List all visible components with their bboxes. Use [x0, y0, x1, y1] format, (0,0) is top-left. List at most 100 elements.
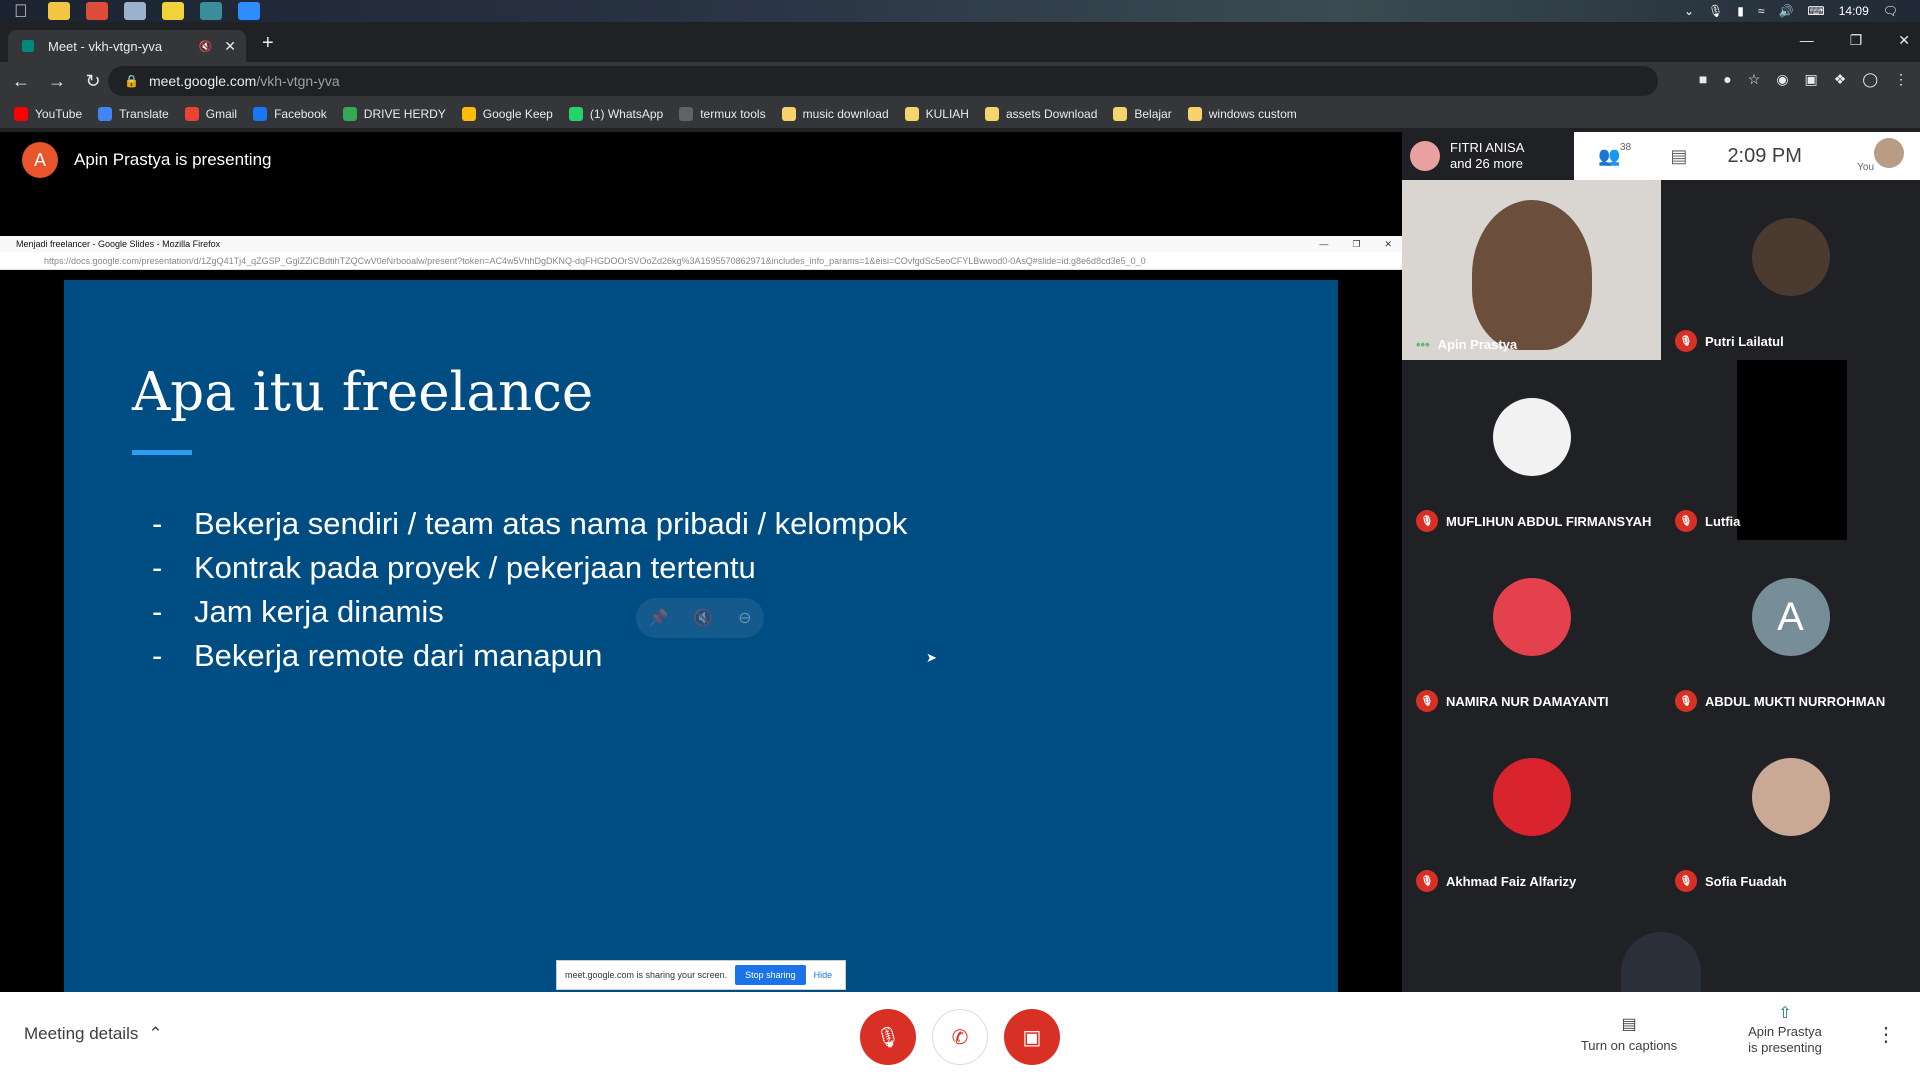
captions-button[interactable]: ▤ Turn on captions — [1574, 1014, 1684, 1053]
wifi-icon[interactable]: ≈ — [1758, 4, 1765, 18]
bookmark-item[interactable]: Google Keep — [461, 107, 553, 121]
bookmark-label: YouTube — [35, 107, 83, 121]
mic-off-icon: 🎙 — [1675, 510, 1697, 532]
chevron-up-icon[interactable]: ⌄ — [1684, 4, 1694, 18]
chrome-icon[interactable] — [86, 2, 108, 20]
browser-tab[interactable]: Meet - vkh-vtgn-yva 🔇 ✕ — [8, 30, 246, 62]
close-tab-icon[interactable]: ✕ — [224, 38, 236, 55]
pin-icon[interactable]: 📌 — [648, 608, 668, 628]
participant-tile[interactable] — [1484, 900, 1838, 992]
star-icon[interactable]: ☆ — [1748, 71, 1761, 88]
present-button[interactable]: ⇧ Apin Prastya is presenting — [1730, 1006, 1840, 1056]
participant-tile[interactable]: 🎙 NAMIRA NUR DAMAYANTI — [1402, 540, 1661, 720]
extension-icon[interactable]: ▣ — [1805, 71, 1818, 88]
close-window-icon[interactable]: ✕ — [1898, 32, 1910, 49]
keyboard-icon[interactable]: ⌨ — [1807, 4, 1824, 18]
presentation-area: A Apin Prastya is presenting Menjadi fre… — [0, 132, 1402, 992]
mic-blocked-icon[interactable]: ● — [1723, 71, 1731, 88]
bookmark-item[interactable]: Gmail — [184, 107, 237, 121]
app-icon[interactable] — [200, 2, 222, 20]
participant-tile[interactable]: A 🎙 ABDUL MUKTI NURROHMAN — [1661, 540, 1920, 720]
meet-stage: A Apin Prastya is presenting Menjadi fre… — [0, 132, 1920, 992]
extensions-area: ■ ● ☆ ◉ ▣ ❖ ◯ ⋮ — [1699, 71, 1908, 88]
mute-tab-icon[interactable]: 🔇 — [199, 40, 213, 53]
bookmark-icon — [1113, 107, 1128, 121]
participant-tile[interactable]: 🎙 Lutfia — [1661, 360, 1920, 540]
bookmark-item[interactable]: DRIVE HERDY — [342, 107, 446, 121]
globe-icon[interactable]: ◉ — [1776, 71, 1788, 88]
leave-call-button[interactable]: ✆ — [932, 1009, 988, 1065]
participant-tile[interactable]: 🎙 Sofia Fuadah — [1661, 720, 1920, 900]
avatar — [1751, 758, 1830, 836]
lock-icon[interactable]: 🔒 — [124, 74, 139, 88]
bookmark-label: windows custom — [1208, 107, 1297, 121]
file-explorer-icon[interactable] — [48, 2, 70, 20]
camera-blocked-icon[interactable]: ■ — [1699, 71, 1707, 88]
bookmark-item[interactable]: KULIAH — [904, 107, 969, 121]
participant-tile[interactable]: 🎙 Akhmad Faiz Alfarizy — [1402, 720, 1661, 900]
address-bar[interactable]: 🔒 meet.google.com/vkh-vtgn-yva — [108, 66, 1658, 96]
participant-summary[interactable]: FITRI ANISA and 26 more — [1402, 132, 1574, 180]
participant-tile[interactable]: 🎙 Putri Lailatul — [1661, 180, 1920, 360]
meeting-details-button[interactable]: Meeting details ⌃ — [24, 1024, 163, 1044]
chat-icon[interactable]: ▤ — [1670, 146, 1687, 167]
browser-toolbar: ← → ↻ 🔒 meet.google.com/vkh-vtgn-yva ■ ●… — [0, 62, 1920, 100]
restore-icon[interactable]: ❐ — [1850, 32, 1863, 49]
presenting-label: A Apin Prastya is presenting — [22, 142, 272, 178]
participant-tile[interactable]: ••• Apin Prastya — [1402, 180, 1661, 360]
microphone-toggle-button[interactable]: 🎙 — [860, 1009, 916, 1065]
bookmark-item[interactable]: Facebook — [253, 107, 327, 121]
panel-header: FITRI ANISA and 26 more 👥 38 ▤ 2:09 PM You — [1402, 132, 1920, 180]
present-screen-icon: ⇧ — [1778, 1005, 1792, 1022]
forward-icon[interactable]: → — [42, 71, 72, 92]
avatar — [1492, 578, 1571, 656]
meet-favicon-icon — [22, 40, 34, 52]
mic-off-icon: 🎙 — [1675, 870, 1697, 892]
bookmarks-bar: YouTube Translate Gmail Facebook DRIVE HERDY… — [0, 100, 1920, 128]
sticky-notes-icon[interactable] — [162, 2, 184, 20]
volume-icon[interactable]: 🔊 — [1778, 4, 1793, 18]
meeting-details-label: Meeting details — [24, 1024, 139, 1043]
bookmark-item[interactable]: (1) WhatsApp — [568, 107, 663, 121]
meeting-clock: 2:09 PM — [1727, 144, 1802, 167]
restore-icon: ❐ — [1352, 239, 1361, 249]
reload-icon[interactable]: ↻ — [78, 71, 108, 92]
bookmark-item[interactable]: termux tools — [679, 107, 766, 121]
back-icon[interactable]: ← — [6, 71, 36, 92]
more-options-icon[interactable]: ⋮ — [1876, 1022, 1896, 1047]
camera-toggle-button[interactable]: ▣ — [1004, 1009, 1060, 1065]
new-tab-icon[interactable]: + — [262, 32, 274, 55]
camera-off-icon: ▣ — [1022, 1026, 1042, 1049]
profile-icon[interactable]: ◯ — [1862, 71, 1878, 88]
self-avatar[interactable] — [1874, 138, 1904, 168]
bookmark-icon — [461, 107, 476, 121]
bookmark-item[interactable]: Translate — [98, 107, 169, 121]
battery-icon[interactable]: ▮ — [1737, 4, 1744, 18]
bookmark-label: assets Download — [1005, 107, 1098, 121]
bookmark-item[interactable]: music download — [781, 107, 889, 121]
participant-tile[interactable]: 🎙 MUFLIHUN ABDUL FIRMANSYAH — [1402, 360, 1661, 540]
mute-icon[interactable]: 🔇 — [693, 608, 713, 628]
taskbar-clock[interactable]: 14:09 — [1839, 4, 1869, 18]
minimize-icon[interactable]: — — [1800, 32, 1814, 49]
bookmark-icon — [253, 107, 268, 121]
first-participant-name: FITRI ANISA — [1450, 140, 1525, 155]
zoom-icon[interactable] — [238, 2, 260, 20]
mouse-cursor-icon: ➤ — [926, 650, 937, 665]
bookmark-item[interactable]: windows custom — [1187, 107, 1297, 121]
hide-button[interactable]: Hide — [814, 970, 833, 980]
bookmark-icon — [984, 107, 999, 121]
video-feed — [1737, 360, 1847, 540]
shared-window-url: https://docs.google.com/presentation/d/1… — [0, 252, 1402, 270]
puzzle-icon[interactable]: ❖ — [1834, 71, 1847, 88]
menu-icon[interactable]: ⋮ — [1894, 71, 1908, 88]
bookmark-item[interactable]: Belajar — [1113, 107, 1172, 121]
remove-icon[interactable]: ⊖ — [738, 608, 751, 628]
app-icon[interactable] — [124, 2, 146, 20]
notification-icon[interactable]: 🗨 — [1883, 4, 1898, 18]
bookmark-item[interactable]: assets Download — [984, 107, 1098, 121]
bookmark-item[interactable]: YouTube — [14, 107, 82, 121]
stop-sharing-button[interactable]: Stop sharing — [735, 965, 806, 985]
people-button[interactable]: 👥 38 — [1598, 142, 1631, 167]
apple-icon[interactable]:  — [14, 0, 40, 22]
